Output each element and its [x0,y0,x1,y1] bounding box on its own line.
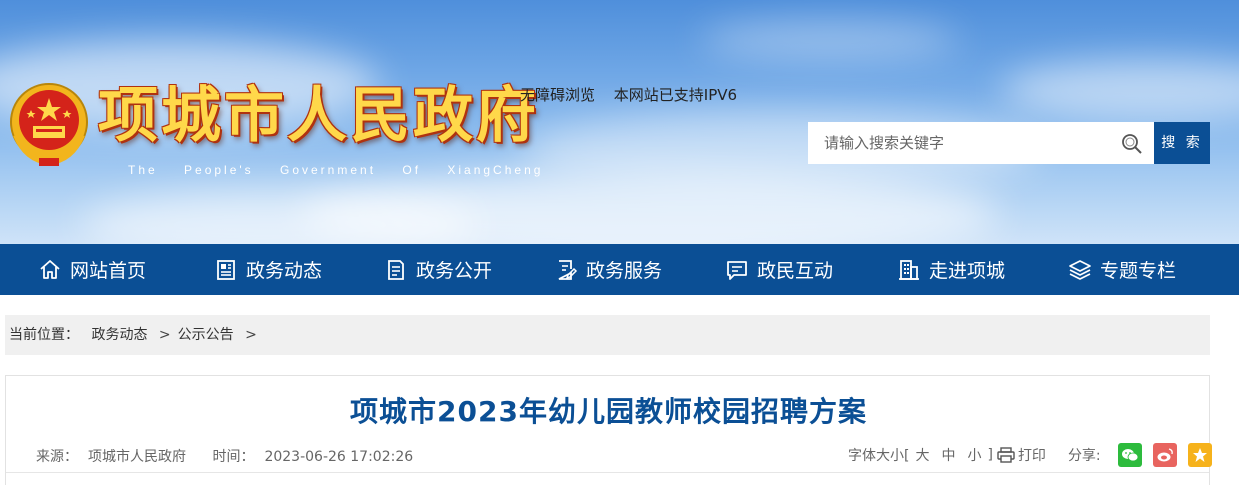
article-title: 项城市2023年幼儿园教师校园招聘方案 [350,395,867,428]
breadcrumb: 当前位置： 政务动态 > 公示公告 > [5,315,1210,355]
time-value: 2023-06-26 17:02:26 [264,449,414,465]
weibo-share-icon[interactable] [1152,443,1177,467]
meta-divider [6,472,1209,473]
article-panel: 项城市2023年幼儿园教师校园招聘方案 来源： 项城市人民政府 时间： 2023-0… [5,375,1212,485]
breadcrumb-link-news[interactable]: 政务动态 [91,327,147,343]
nav-item-label: 政务服务 [586,260,663,282]
cloud [700,20,960,60]
document-icon [388,259,404,280]
nav-item-interaction[interactable]: 政民互动 [725,244,833,295]
font-size-small-button[interactable]: 小 [967,445,981,465]
search-button[interactable]: 搜 索 [1154,122,1210,164]
header-banner: 项城市人民政府 The People's Government Of Xiang… [0,0,1239,244]
source-value: 项城市人民政府 [88,449,186,465]
building-icon [899,259,919,280]
nav-item-label: 政务公开 [416,260,493,282]
share-label: 分享: [1067,448,1101,464]
nav-item-label: 政民互动 [757,260,834,282]
search-input[interactable] [808,122,1118,164]
ipv6-link[interactable]: 本网站已支持IPV6 [614,86,737,104]
chat-icon [727,260,747,280]
qzone-share-icon[interactable] [1187,443,1212,467]
site-title: 项城市人民政府 [98,81,539,151]
main-nav: 网站首页 政务动态 政务公开 政务服务 政民互动 走进项城 专题专栏 [0,244,1239,295]
nav-item-news[interactable]: 政务动态 [214,244,322,295]
nav-item-home[interactable]: 网站首页 [38,244,146,295]
nav-item-about-city[interactable]: 走进项城 [897,244,1005,295]
time-label: 时间： [212,449,255,465]
printer-icon [997,447,1015,463]
breadcrumb-link-announcements[interactable]: 公示公告 [178,327,234,343]
wechat-share-icon[interactable] [1117,443,1142,467]
home-icon [40,259,60,279]
cloud [1000,60,1239,120]
print-label: 打印 [1017,448,1046,464]
nav-item-open-government[interactable]: 政务公开 [384,244,492,295]
print-button[interactable]: 打印 [997,445,1046,465]
search-icon[interactable] [1120,132,1144,156]
search-box [808,122,1154,164]
accessibility-link[interactable]: 无障碍浏览 [520,86,595,104]
site-subtitle: The People's Government Of XiangCheng [128,163,544,177]
service-icon [558,259,578,280]
font-size-large-button[interactable]: 大 [915,445,929,465]
font-size-medium-button[interactable]: 中 [941,445,955,465]
font-size-label: 字体大小[ [848,448,910,464]
news-icon [217,259,235,280]
article-tools: 字体大小[ 大 中 小 ] 打印 分享: [848,442,1212,468]
nav-item-services[interactable]: 政务服务 [554,244,662,295]
breadcrumb-separator: > [158,327,171,343]
top-links: 无障碍浏览 本网站已支持IPV6 [520,84,751,105]
font-size-close-bracket: ] [987,447,993,463]
nav-item-label: 走进项城 [929,260,1006,282]
nav-item-special-topics[interactable]: 专题专栏 [1068,244,1176,295]
breadcrumb-separator: > [245,327,257,343]
source-label: 来源： [36,449,78,465]
national-emblem-icon [10,83,88,166]
nav-item-label: 政务动态 [246,260,323,282]
article-meta: 来源： 项城市人民政府 时间： 2023-06-26 17:02:26 [36,446,435,466]
breadcrumb-prefix: 当前位置： [9,327,79,343]
nav-item-label: 网站首页 [70,260,147,282]
nav-item-label: 专题专栏 [1100,260,1177,282]
layers-icon [1069,259,1091,280]
